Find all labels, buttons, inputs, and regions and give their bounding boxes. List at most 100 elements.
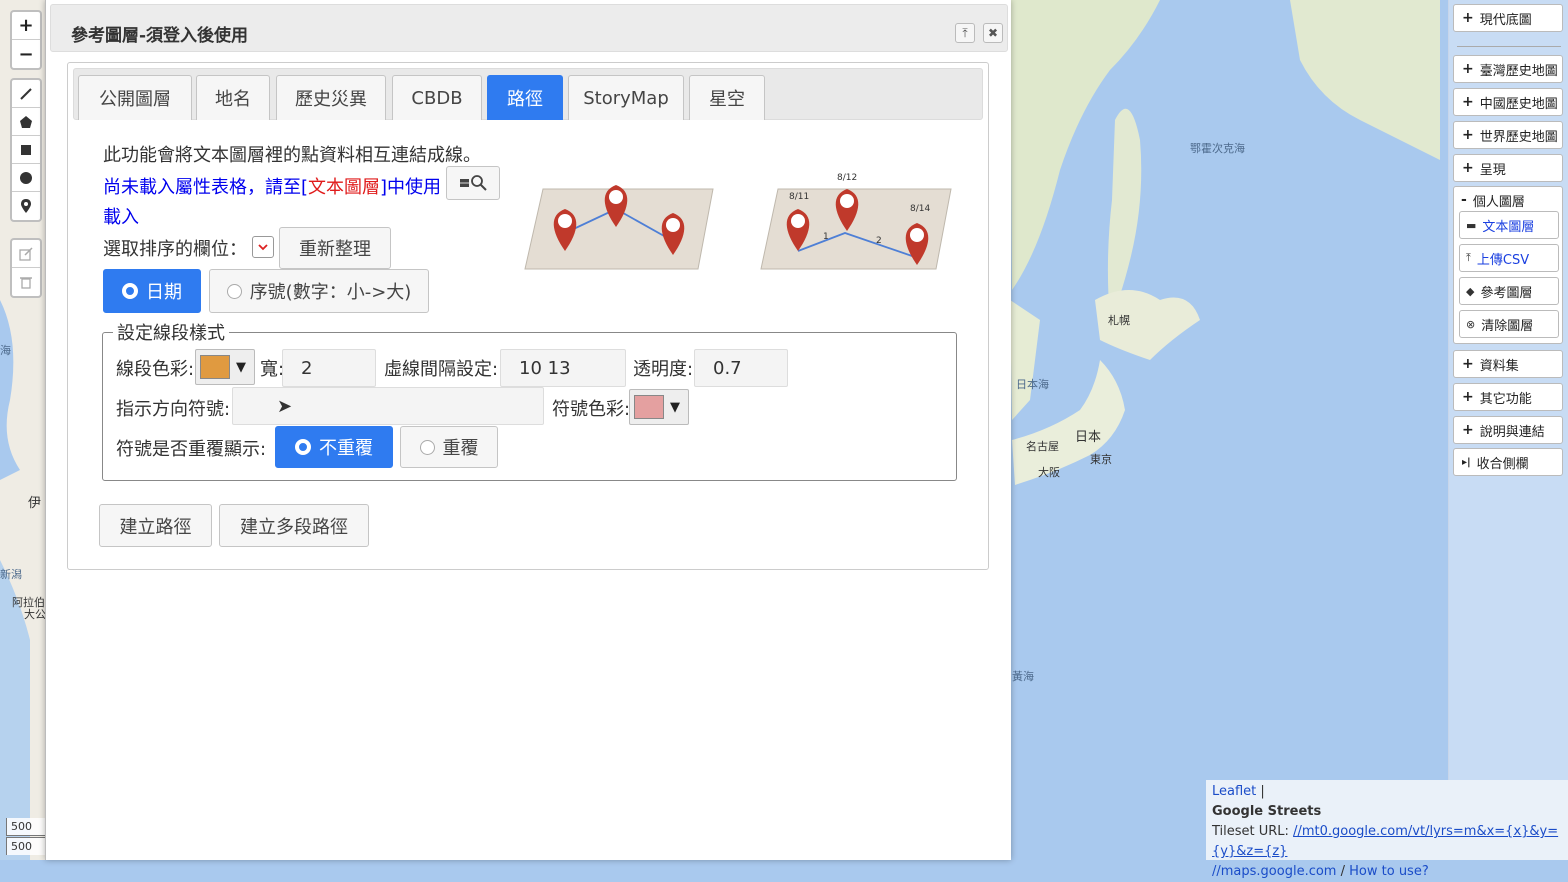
map-label: 大阪 (1038, 466, 1060, 479)
sort-date-label: 日期 (146, 282, 182, 303)
sidebar-item-modern-basemap[interactable]: + 現代底圖 (1453, 4, 1563, 32)
close-circle-icon: ⊗ (1466, 317, 1476, 331)
radio-icon (226, 283, 242, 299)
map-label: 日本 (1075, 430, 1102, 445)
plus-icon: + (1462, 356, 1474, 372)
draw-marker-icon[interactable] (12, 192, 40, 220)
sort-field-select[interactable] (252, 236, 274, 258)
dialog-title: 參考圖層-須登入後使用 (71, 26, 249, 46)
sidebar-divider (1457, 46, 1561, 47)
leaflet-link[interactable]: Leaflet (1212, 784, 1256, 799)
draw-polygon-icon[interactable] (12, 108, 40, 136)
chevron-down-icon (258, 244, 268, 251)
line-color-swatch (200, 355, 230, 379)
radio-icon (419, 439, 435, 455)
repeat-radio[interactable]: 重覆 (400, 426, 498, 468)
draw-polyline-icon[interactable] (12, 80, 40, 108)
pin-button[interactable]: ⤒ (955, 23, 975, 43)
tab-starry-sky[interactable]: 星空 (689, 75, 765, 120)
sidebar-item-help-links[interactable]: + 說明與連結 (1453, 416, 1563, 444)
line-color-picker[interactable]: ▼ (195, 349, 255, 385)
collapse-icon: ▸| (1462, 456, 1471, 468)
plus-icon: + (1462, 94, 1474, 110)
dash-input[interactable]: 10 13 (500, 349, 626, 387)
tab-cbdb[interactable]: CBDB (392, 75, 482, 120)
dash-label: 虛線間隔設定: (384, 359, 499, 380)
sidebar-item-taiwan-maps[interactable]: + 臺灣歷史地圖 (1453, 55, 1563, 83)
repeat-symbol-label: 符號是否重覆顯示: (116, 439, 267, 460)
sidebar-item-china-maps[interactable]: + 中國歷史地圖 (1453, 88, 1563, 116)
no-repeat-radio[interactable]: 不重覆 (275, 426, 393, 468)
tab-disasters[interactable]: 歷史災異 (276, 75, 386, 120)
sidebar-item-label: 其它功能 (1479, 391, 1532, 407)
arrow-symbol-input[interactable]: ➤ (232, 387, 544, 425)
opacity-input[interactable]: 0.7 (694, 349, 788, 387)
sidebar-item-other-functions[interactable]: + 其它功能 (1453, 383, 1563, 411)
line-style-legend: 設定線段樣式 (117, 323, 225, 344)
text-layer-button[interactable]: ▬ 文本圖層 (1459, 211, 1559, 239)
sidebar-item-present[interactable]: + 呈現 (1453, 154, 1563, 182)
sidebar-item-personal-layers[interactable]: - 個人圖層 (1453, 186, 1563, 214)
plus-icon: + (1462, 422, 1474, 438)
attribution-separator: | (1260, 784, 1265, 799)
attribution-provider: Google Streets (1212, 804, 1322, 819)
warning-text: 尚未載入屬性表格，請至[ (103, 177, 309, 198)
collapse-sidebar-button[interactable]: ▸| 收合側欄 (1453, 448, 1563, 476)
sort-by-date-radio[interactable]: 日期 (103, 269, 201, 313)
upload-icon: ⤒ (1466, 251, 1471, 264)
draw-circle-icon[interactable] (12, 164, 40, 192)
width-label: 寬: (260, 359, 285, 380)
tab-public-layers[interactable]: 公開圖層 (78, 75, 192, 120)
zoom-control: + − (10, 10, 42, 70)
sidebar-subitem-label: 文本圖層 (1482, 219, 1535, 235)
how-to-use-link[interactable]: How to use? (1349, 864, 1429, 879)
map-label: 名古屋 (1026, 440, 1059, 453)
open-attribute-table-button[interactable] (446, 166, 500, 200)
plus-icon: + (1462, 61, 1474, 77)
attribution-slash: / (1340, 864, 1345, 879)
sidebar-subitem-label: 清除圖層 (1481, 318, 1534, 334)
clear-layer-button[interactable]: ⊗ 清除圖層 (1459, 310, 1559, 338)
map-attribution: Leaflet | Google Streets Tileset URL: //… (1206, 780, 1568, 879)
edit-layers-icon[interactable] (12, 240, 40, 268)
map-label: 海 (0, 344, 11, 357)
plus-icon: + (1462, 389, 1474, 405)
reference-layer-button[interactable]: ◆ 參考圖層 (1459, 277, 1559, 305)
sort-by-number-radio[interactable]: 序號(數字：小->大) (209, 269, 429, 313)
path-illustration: 8/11 8/12 8/14 1 2 (524, 173, 952, 270)
sidebar-item-world-maps[interactable]: + 世界歷史地圖 (1453, 121, 1563, 149)
map-label: 黃海 (1012, 670, 1034, 683)
width-input[interactable]: 2 (282, 349, 376, 387)
sidebar-item-datasets[interactable]: + 資料集 (1453, 350, 1563, 378)
draw-rectangle-icon[interactable] (12, 136, 40, 164)
sidebar-item-label: 現代底圖 (1479, 12, 1532, 28)
sort-number-label: 序號(數字：小->大) (249, 282, 412, 303)
caret-down-icon: ▼ (670, 399, 680, 415)
map-label: 新潟 (0, 568, 22, 581)
edit-toolbar (10, 238, 42, 298)
sidebar-subitem-label: 上傳CSV (1476, 252, 1530, 268)
upload-csv-button[interactable]: ⤒ 上傳CSV (1459, 244, 1559, 272)
date-label: 8/14 (910, 204, 930, 214)
tab-place-names[interactable]: 地名 (196, 75, 270, 120)
text-layer-link[interactable]: 文本圖層 (308, 177, 380, 198)
refresh-button[interactable]: 重新整理 (279, 227, 391, 269)
tab-path[interactable]: 路徑 (487, 75, 563, 120)
build-path-button[interactable]: 建立路徑 (99, 504, 212, 547)
map-label: 伊 (28, 496, 42, 511)
scale-km: 500 km (6, 818, 46, 836)
zoom-out-button[interactable]: − (12, 40, 40, 68)
close-button[interactable]: ✖ (983, 23, 1003, 43)
dialog-header[interactable]: 參考圖層-須登入後使用 ⤒ ✖ (50, 4, 1008, 52)
google-maps-link[interactable]: //maps.google.com (1212, 864, 1336, 879)
build-multi-path-button[interactable]: 建立多段路徑 (219, 504, 369, 547)
plus-icon: + (1462, 127, 1474, 143)
zoom-in-button[interactable]: + (12, 12, 40, 40)
delete-layers-icon[interactable] (12, 268, 40, 296)
repeat-label: 重覆 (442, 438, 479, 459)
symbol-color-picker[interactable]: ▼ (629, 389, 689, 425)
warning-load-text: 載入 (103, 207, 139, 228)
tileset-label: Tileset URL: (1212, 824, 1289, 839)
tab-storymap[interactable]: StoryMap (568, 75, 684, 120)
sidebar-item-label: 個人圖層 (1472, 194, 1525, 210)
